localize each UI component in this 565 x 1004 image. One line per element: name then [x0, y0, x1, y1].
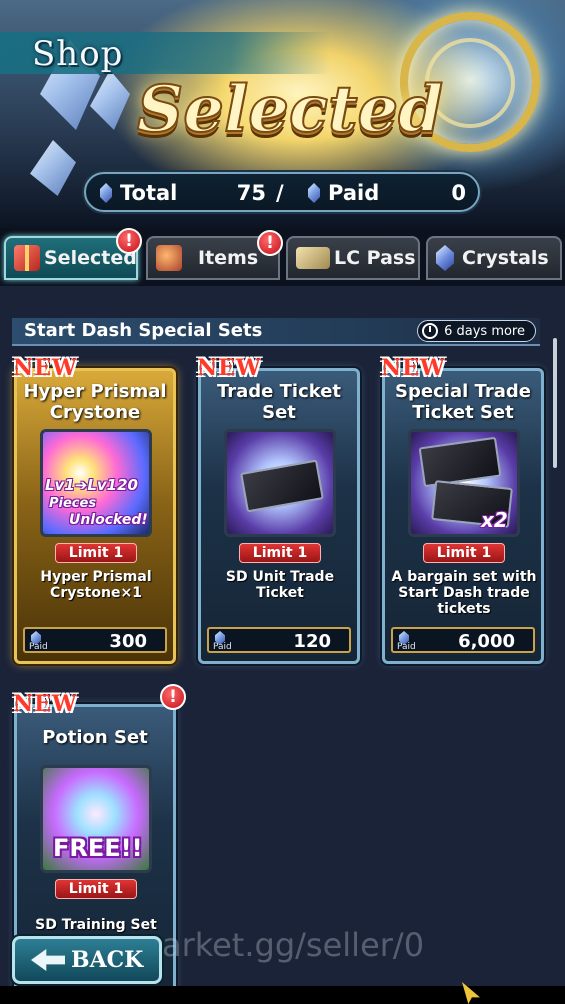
alert-badge: !	[257, 230, 283, 256]
tab-crystals[interactable]: Crystals	[426, 236, 562, 280]
image-caption: Pieces	[49, 496, 97, 511]
pass-icon	[296, 247, 330, 269]
product-image: x2	[408, 429, 520, 537]
back-label: BACK	[71, 947, 144, 973]
product-description: Hyper Prismal Crystone×1	[40, 569, 152, 601]
clock-icon	[422, 323, 439, 339]
product-title: Potion Set	[42, 727, 148, 748]
price-value: 6,000	[458, 631, 515, 652]
image-caption: FREE!!	[53, 834, 143, 862]
total-label: Total	[120, 181, 178, 205]
ticket-icon	[240, 459, 324, 513]
paid-value: 0	[451, 181, 466, 205]
limit-badge: Limit 1	[55, 543, 137, 563]
price-value: 120	[293, 631, 331, 652]
price-tag: Paid 300	[23, 627, 167, 653]
tab-label: Crystals	[462, 247, 549, 269]
new-tag: NEW	[13, 355, 78, 381]
limit-badge: Limit 1	[423, 543, 505, 563]
product-title: Trade Ticket Set	[216, 381, 342, 423]
back-arrow-icon	[31, 949, 65, 971]
crystal-totals: Total 75 / Paid 0	[84, 172, 480, 212]
gift-icon	[14, 245, 40, 271]
product-title: Special Trade Ticket Set	[395, 381, 531, 423]
product-card[interactable]: NEW Special Trade Ticket Set x2 Limit 1 …	[381, 355, 544, 664]
section-header: Start Dash Special Sets 6 days more	[12, 318, 540, 346]
crystal-icon	[436, 245, 454, 271]
paid-label: Paid	[213, 642, 232, 652]
image-caption: Unlocked!	[69, 512, 148, 528]
product-image	[224, 429, 336, 537]
bottom-bar	[0, 986, 565, 1004]
section-title: Start Dash Special Sets	[24, 320, 263, 341]
paid-crystal-icon	[308, 183, 320, 203]
price-tag: Paid 6,000	[391, 627, 535, 653]
banner-title: Selected	[136, 71, 444, 148]
paid-label: Paid	[29, 642, 48, 652]
alert-badge: !	[116, 228, 142, 254]
alert-badge: !	[160, 684, 186, 710]
paid-label: Paid	[328, 181, 380, 205]
new-tag: NEW	[13, 691, 78, 717]
limit-badge: Limit 1	[239, 543, 321, 563]
total-value: 75	[236, 181, 266, 205]
image-caption: Lv1➔Lv120	[45, 476, 138, 494]
paid-label: Paid	[397, 642, 416, 652]
time-remaining-text: 6 days more	[444, 323, 525, 339]
new-tag: NEW	[197, 355, 262, 381]
price-tag: Paid 120	[207, 627, 351, 653]
back-button[interactable]: BACK	[12, 936, 162, 984]
product-image: Lv1➔Lv120 Pieces Unlocked!	[40, 429, 152, 537]
shop-content[interactable]: Start Dash Special Sets 6 days more NEW …	[0, 286, 565, 1004]
product-card[interactable]: NEW Hyper Prismal Crystone Lv1➔Lv120 Pie…	[13, 355, 176, 664]
product-image: FREE!!	[40, 765, 152, 873]
ticket-icon	[418, 436, 502, 488]
tab-label: LC Pass	[334, 247, 416, 269]
scrollbar[interactable]	[553, 338, 557, 468]
crystal-icon	[100, 183, 112, 203]
bag-icon	[156, 245, 182, 271]
tab-label: Items	[198, 247, 259, 269]
shop-banner: Shop Selected Total 75 / Paid 0	[0, 0, 565, 228]
new-tag: NEW	[381, 355, 446, 381]
image-caption: x2	[481, 508, 508, 532]
shop-title: Shop	[32, 34, 124, 74]
product-description: A bargain set with Start Dash trade tick…	[391, 569, 537, 617]
tab-lc-pass[interactable]: LC Pass	[286, 236, 420, 280]
totals-separator: /	[276, 181, 284, 205]
limit-badge: Limit 1	[55, 879, 137, 899]
product-card[interactable]: NEW Trade Ticket Set Limit 1 SD Unit Tra…	[197, 355, 360, 664]
time-remaining: 6 days more	[417, 320, 536, 342]
tab-bar: Selected ! Items ! LC Pass Crystals	[0, 228, 565, 286]
product-description: SD Unit Trade Ticket	[225, 569, 335, 601]
product-title: Hyper Prismal Crystone	[23, 381, 167, 423]
crystal-decoration	[30, 140, 76, 196]
price-value: 300	[109, 631, 147, 652]
